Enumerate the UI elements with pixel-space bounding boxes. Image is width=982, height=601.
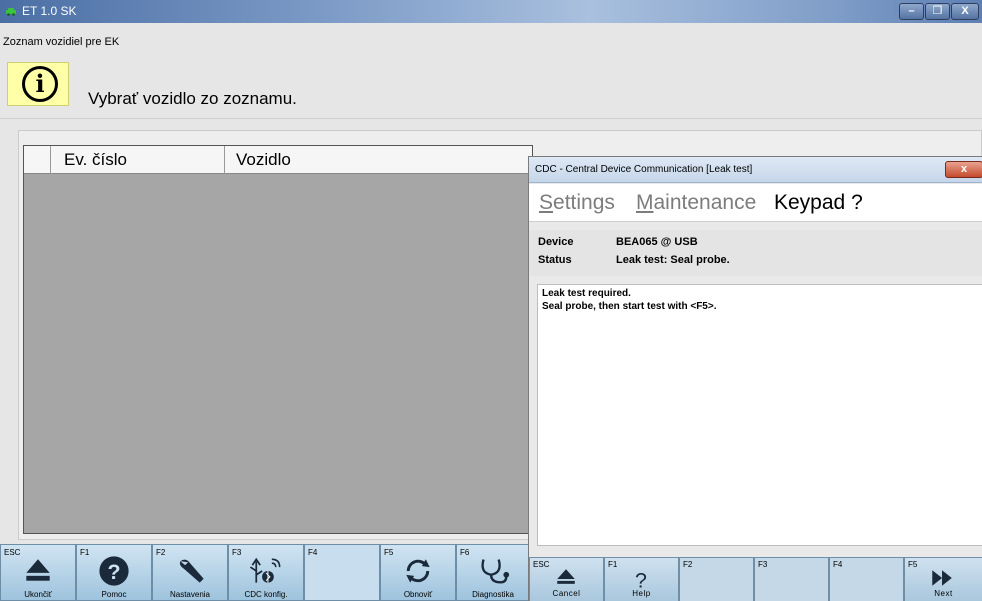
dialog-titlebar: CDC - Central Device Communication [Leak… (529, 157, 982, 183)
usb-bluetooth-wifi-icon (249, 557, 281, 583)
dialog-menu-bar: Settings Maintenance Keypad ? (529, 184, 982, 222)
menu-keypad[interactable]: Keypad ? (774, 191, 863, 215)
close-window-button[interactable]: X (951, 3, 979, 20)
device-value: BEA065 @ USB (616, 236, 698, 248)
dialog-close-button[interactable]: x (945, 161, 982, 178)
question-icon: ? (635, 569, 647, 590)
dialog-help-button[interactable]: F1 ? Help (604, 557, 679, 601)
wrench-icon (179, 559, 204, 583)
dialog-f4-empty: F4 (829, 557, 904, 601)
status-label: Status (538, 254, 572, 266)
device-label: Device (538, 236, 574, 248)
cdc-dialog: CDC - Central Device Communication [Leak… (528, 156, 982, 601)
dialog-message-area: Leak test required. Seal probe, then sta… (537, 284, 982, 546)
fkey-caption: Diagnostika (472, 590, 514, 599)
fkey-caption: Next (934, 589, 953, 598)
message-line: Seal probe, then start test with <F5>. (542, 301, 717, 312)
svg-text:?: ? (107, 560, 120, 584)
fkey-caption: Cancel (552, 589, 581, 598)
dialog-function-keys: ESC Cancel F1 ? Help F2 F3 F4 F5 Next (529, 557, 982, 601)
fkey-caption: Help (632, 589, 651, 598)
column-divider (224, 146, 225, 174)
cdc-config-button[interactable]: F3 CDC konfig. (228, 544, 304, 601)
menu-settings[interactable]: Settings (539, 191, 615, 215)
fkey-label: F4 (308, 548, 318, 557)
breadcrumb: Zoznam vozidiel pre EK (3, 36, 120, 48)
cancel-button[interactable]: ESC Cancel (529, 557, 604, 601)
window-title: ET 1.0 SK (22, 4, 77, 18)
next-icon (932, 570, 952, 586)
fkey-label: F4 (833, 560, 843, 569)
message-line: Leak test required. (542, 288, 631, 299)
dialog-f3-empty: F3 (754, 557, 829, 601)
menu-help[interactable]: ? (851, 191, 863, 214)
dialog-f2-empty: F2 (679, 557, 754, 601)
dialog-title: CDC - Central Device Communication [Leak… (535, 164, 753, 175)
svg-text:?: ? (635, 569, 647, 590)
stethoscope-icon (481, 559, 510, 584)
menu-maintenance[interactable]: Maintenance (636, 191, 756, 215)
status-value: Leak test: Seal probe. (616, 254, 730, 266)
next-button[interactable]: F5 Next (904, 557, 982, 601)
eject-icon (557, 569, 575, 584)
fkey-caption: Ukončiť (24, 590, 52, 599)
function-key-toolbar: ESC Ukončiť F1 ? Pomoc F2 Nastavenia F3 … (0, 544, 530, 601)
fkey-caption: CDC konfig. (244, 590, 288, 599)
vehicle-table[interactable]: Ev. číslo Vozidlo (23, 145, 533, 534)
fkey-caption: Nastavenia (169, 590, 211, 599)
window-titlebar: ET 1.0 SK – ❐ X (0, 0, 982, 23)
refresh-icon (406, 559, 430, 583)
diagnostics-button[interactable]: F6 Diagnostika (456, 544, 530, 601)
column-header-registration[interactable]: Ev. číslo (64, 150, 127, 170)
fkey-caption: Obnoviť (403, 590, 433, 599)
eject-icon (26, 559, 50, 581)
help-icon: ? (99, 556, 129, 586)
refresh-button[interactable]: F5 Obnoviť (380, 544, 456, 601)
f4-empty-button: F4 (304, 544, 380, 601)
minimize-button[interactable]: – (899, 3, 924, 20)
header-separator (0, 118, 982, 119)
info-icon: i (22, 66, 58, 102)
settings-button[interactable]: F2 Nastavenia (152, 544, 228, 601)
help-button[interactable]: F1 ? Pomoc (76, 544, 152, 601)
table-row-selector-header (24, 146, 51, 174)
fkey-label: F3 (758, 560, 768, 569)
exit-button[interactable]: ESC Ukončiť (0, 544, 76, 601)
device-status-panel: Device BEA065 @ USB Status Leak test: Se… (529, 230, 982, 276)
fkey-label: F2 (683, 560, 693, 569)
fkey-caption: Pomoc (101, 590, 127, 599)
table-header: Ev. číslo Vozidlo (24, 146, 532, 174)
app-car-icon (6, 8, 16, 16)
maximize-button[interactable]: ❐ (925, 3, 950, 20)
column-header-vehicle[interactable]: Vozidlo (236, 150, 291, 170)
info-panel: i (7, 62, 69, 106)
info-message: Vybrať vozidlo zo zoznamu. (88, 89, 297, 108)
